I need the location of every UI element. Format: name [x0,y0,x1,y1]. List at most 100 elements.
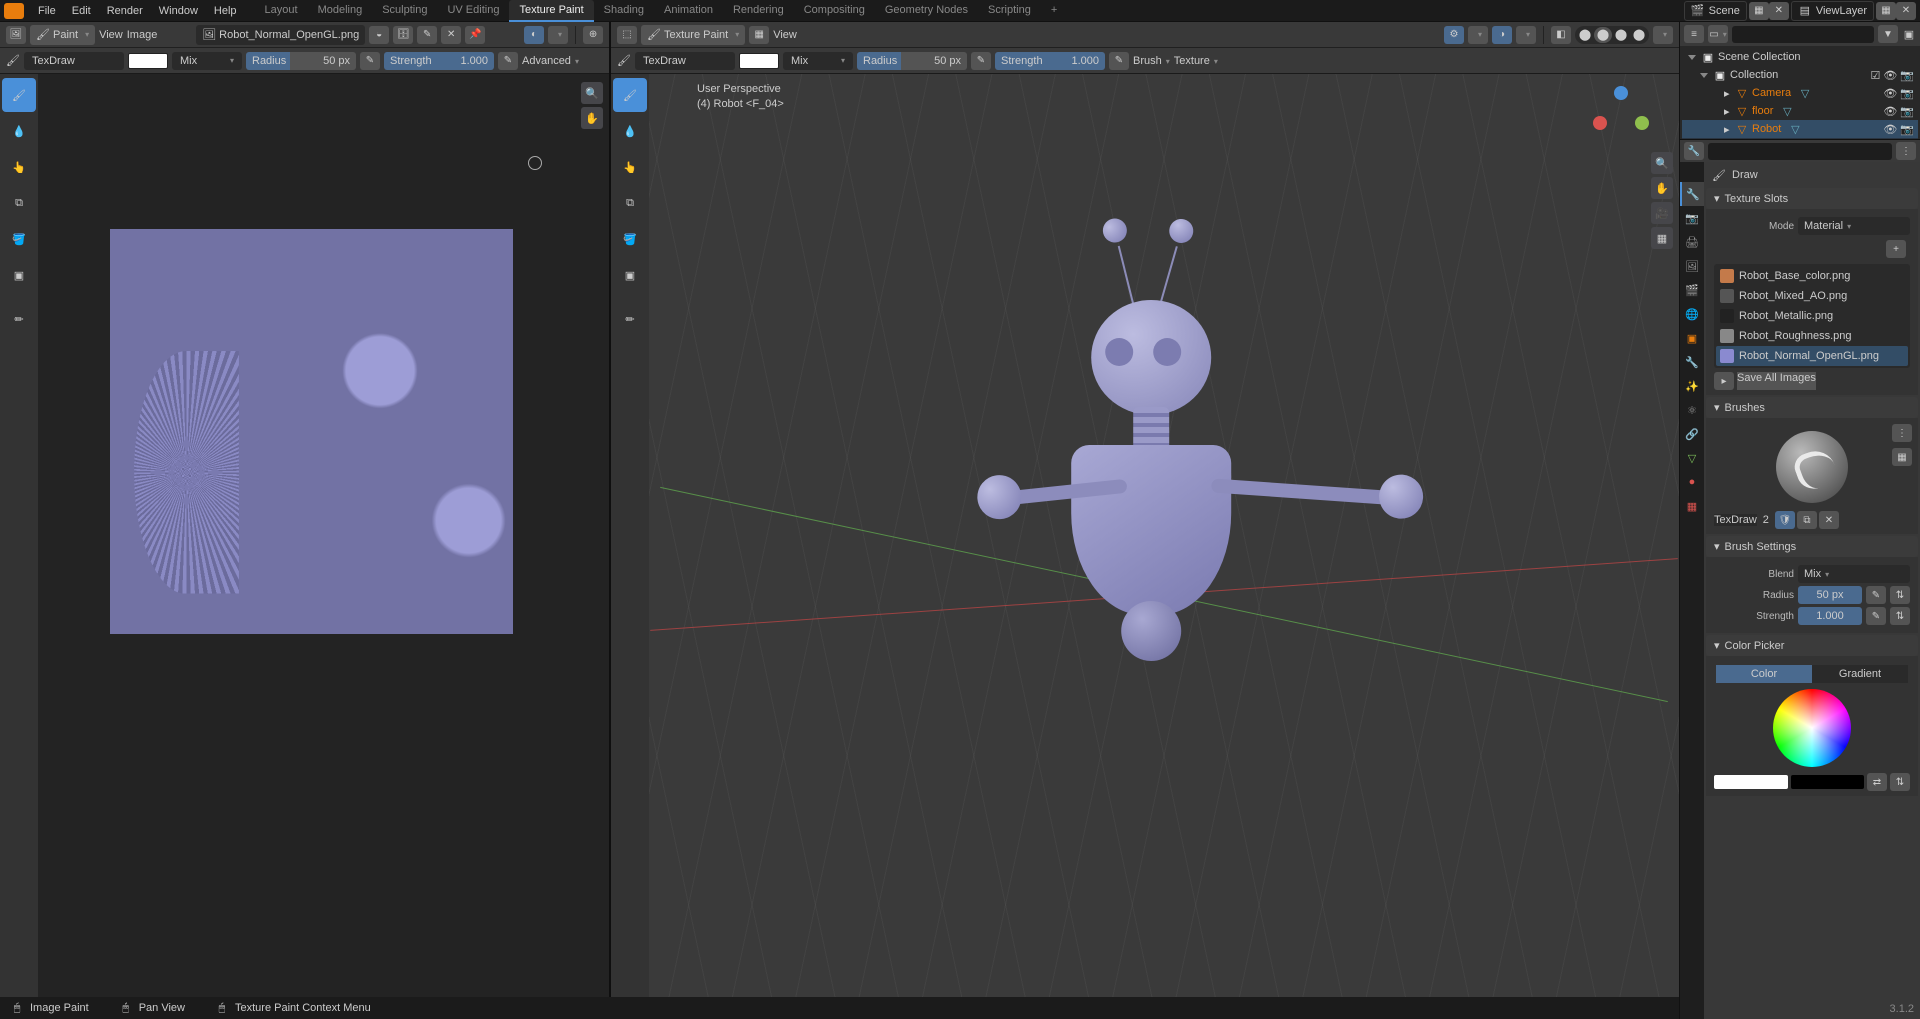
radius-pressure-icon[interactable]: ✎ [1866,586,1886,604]
tool-smear[interactable]: 👆 [613,150,647,184]
render-icon[interactable]: 📷 [1900,87,1914,100]
brush-name-field[interactable]: TexDraw [24,52,124,70]
camera-view-icon[interactable]: 🎥 [1651,202,1673,224]
blend-mode-dropdown[interactable]: Mix [172,52,242,70]
strength-input[interactable]: 1.000 [1798,607,1862,625]
scene-browse-icon[interactable]: ▦ [1749,2,1769,20]
tree-scene-collection[interactable]: ▣Scene Collection [1682,48,1918,66]
menu-window[interactable]: Window [151,0,206,22]
texture-slot[interactable]: Robot_Normal_OpenGL.png [1716,346,1908,366]
tab-uv-editing[interactable]: UV Editing [437,0,509,22]
shading-solid-icon[interactable]: ⬤ [1594,27,1612,43]
render-icon[interactable]: 📷 [1900,69,1914,82]
editor-type-icon[interactable]: 🖼 [6,26,26,44]
texture-slot[interactable]: Robot_Metallic.png [1716,306,1908,326]
strength-pressure-icon[interactable]: ✎ [1866,607,1886,625]
fake-user-icon[interactable]: 🗄 [393,26,413,44]
mode-dropdown[interactable]: Material [1798,217,1910,235]
swap-colors-icon[interactable]: ⇄ [1867,773,1887,791]
panel-brush-settings-header[interactable]: ▾Brush Settings [1706,536,1918,557]
filter-icon[interactable]: ▼ [1878,25,1898,43]
strength-slider[interactable]: Strength 1.000 [384,52,494,70]
tab-gradient[interactable]: Gradient [1812,665,1908,683]
panel-brushes-header[interactable]: ▾Brushes [1706,397,1918,418]
strength-pressure-icon[interactable]: ✎ [1109,52,1129,70]
color-wheel[interactable] [1773,689,1851,767]
menu-render[interactable]: Render [99,0,151,22]
fake-user-toggle[interactable]: 🛡 [1775,511,1795,529]
new-collection-icon[interactable]: ▣ [1902,27,1916,41]
tool-annotate[interactable]: ✏ [2,302,36,336]
tool-clone[interactable]: ⧉ [613,186,647,220]
tab-layout[interactable]: Layout [255,0,308,22]
uv-overlay-toggle[interactable]: ◐ [524,26,544,44]
editor-type-icon[interactable]: ⬚ [617,26,637,44]
gizmo-toggle[interactable]: ⚙ [1444,26,1464,44]
view-menu[interactable]: View [773,29,797,41]
display-mode[interactable]: ▭ [1708,25,1728,43]
new-image-icon[interactable]: ✎ [417,26,437,44]
secondary-color-swatch[interactable] [1791,775,1865,789]
pan-icon[interactable]: ✋ [1651,177,1673,199]
strength-unit-icon[interactable]: ⇅ [1890,607,1910,625]
editor-type-icon[interactable]: 🔧 [1684,142,1704,160]
eye-icon[interactable]: 👁 [1883,69,1897,82]
tool-mask[interactable]: ▣ [613,258,647,292]
radius-pressure-icon[interactable]: ✎ [971,52,991,70]
add-slot-icon[interactable]: + [1886,240,1906,258]
tab-modeling[interactable]: Modeling [308,0,373,22]
ptab-object[interactable]: ▣ [1680,326,1704,350]
texture-slot[interactable]: Robot_Mixed_AO.png [1716,286,1908,306]
unlink-brush-icon[interactable]: ✕ [1819,511,1839,529]
brush-name-field[interactable]: TexDraw [1714,514,1757,526]
ptab-modifier[interactable]: 🔧 [1680,350,1704,374]
brush-preview[interactable] [1776,431,1848,503]
panel-color-picker-header[interactable]: ▾Color Picker [1706,635,1918,656]
tool-draw[interactable]: 🖌 [2,78,36,112]
texture-slot[interactable]: Robot_Base_color.png [1716,266,1908,286]
unlink-icon[interactable]: ✕ [441,26,461,44]
menu-help[interactable]: Help [206,0,245,22]
tree-collection[interactable]: ▣Collection☑👁📷 [1682,66,1918,84]
eye-icon[interactable]: 👁 [1883,105,1897,118]
radius-pressure-icon[interactable]: ✎ [360,52,380,70]
pivot-icon[interactable]: ▦ [749,26,769,44]
perspective-icon[interactable]: ▦ [1651,227,1673,249]
tool-soften[interactable]: 💧 [613,114,647,148]
ptab-data[interactable]: ▽ [1680,446,1704,470]
ptab-tool[interactable]: 🔧 [1680,182,1704,206]
scene-selector[interactable]: 🎬Scene [1684,1,1747,21]
mode-selector[interactable]: 🖌Paint [30,25,95,45]
outliner-search[interactable] [1732,26,1874,43]
brush-name-field[interactable]: TexDraw [635,52,735,70]
viewport-canvas[interactable]: User Perspective (4) Robot <F_04> 🔍 ✋ 🎥 … [649,74,1679,1019]
nav-gizmo[interactable] [1593,86,1649,142]
tab-animation[interactable]: Animation [654,0,723,22]
render-icon[interactable]: 📷 [1900,123,1914,136]
overlays-options[interactable] [1516,26,1536,44]
tab-sculpting[interactable]: Sculpting [372,0,437,22]
shading-matprev-icon[interactable]: ⬤ [1612,27,1630,43]
tree-item[interactable]: ▸▽floor▽👁📷 [1682,102,1918,120]
duplicate-brush-icon[interactable]: ⧉ [1797,511,1817,529]
tab-shading[interactable]: Shading [594,0,654,22]
ptab-render[interactable]: 📷 [1680,206,1704,230]
ptab-output[interactable]: 🖨 [1680,230,1704,254]
tool-mask[interactable]: ▣ [2,258,36,292]
tab-compositing[interactable]: Compositing [794,0,875,22]
ptab-particles[interactable]: ✨ [1680,374,1704,398]
ptab-constraints[interactable]: 🔗 [1680,422,1704,446]
ptab-scene[interactable]: 🎬 [1680,278,1704,302]
checkbox-icon[interactable]: ☑ [1870,69,1880,82]
advanced-menu[interactable]: Advanced [522,55,579,67]
strength-pressure-icon[interactable]: ✎ [498,52,518,70]
tab-scripting[interactable]: Scripting [978,0,1041,22]
viewlayer-selector[interactable]: ▤ViewLayer [1791,1,1874,21]
tool-fill[interactable]: 🪣 [613,222,647,256]
menu-edit[interactable]: Edit [64,0,99,22]
tab-add-workspace[interactable]: + [1041,0,1067,22]
tool-clone[interactable]: ⧉ [2,186,36,220]
xray-toggle[interactable]: ◧ [1551,26,1571,44]
tree-item[interactable]: ▸▽Camera▽👁📷 [1682,84,1918,102]
eye-icon[interactable]: 👁 [1883,123,1897,136]
